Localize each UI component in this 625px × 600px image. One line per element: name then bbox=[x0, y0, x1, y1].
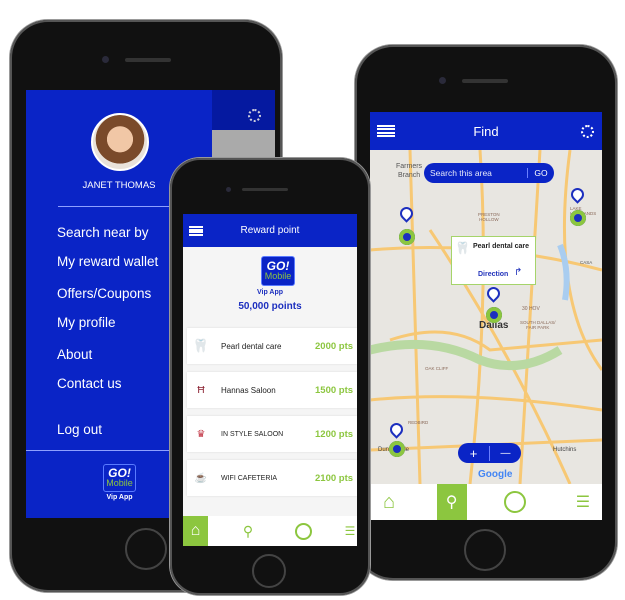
title: Reward point bbox=[240, 225, 300, 236]
menu-my-profile[interactable]: My profile bbox=[57, 315, 116, 330]
zoom-out-button[interactable]: — bbox=[490, 448, 521, 459]
total-points: 50,000 points bbox=[238, 301, 302, 312]
home-button[interactable] bbox=[252, 554, 286, 588]
nav-settings[interactable]: ☰ bbox=[343, 516, 357, 546]
map-label-south-dallas: SOUTH DALLAS/FAIR PARK bbox=[520, 320, 556, 330]
sliders-icon: ☰ bbox=[575, 494, 591, 511]
map-label-farmers-branch: Farmers Branch bbox=[396, 163, 423, 179]
location-pin-icon: ⚲ bbox=[445, 494, 458, 511]
map-label-casa: CASA bbox=[580, 260, 593, 265]
reward-row[interactable]: ♛ IN STYLE SALOON 1200 pts bbox=[187, 416, 357, 452]
map-label-redbird: REDBIRD bbox=[408, 420, 429, 425]
map-label-hov: 30 HOV bbox=[522, 306, 540, 312]
right-panel bbox=[212, 90, 275, 130]
menu-contact-us[interactable]: Contact us bbox=[57, 376, 122, 391]
menu-log-out[interactable]: Log out bbox=[57, 422, 102, 437]
go-mobile-logo: GO! Mobile bbox=[103, 464, 136, 492]
go-mobile-logo: GO! Mobile bbox=[261, 256, 295, 286]
map[interactable]: FarmersBranch PRESTONHOLLOW LAKEHIGHLAND… bbox=[370, 150, 602, 484]
middle-phone: Reward point GO! Mobile Vip App 50,000 po… bbox=[170, 158, 370, 595]
user-icon bbox=[294, 522, 312, 540]
search-area-bar: Search this area GO bbox=[424, 163, 554, 183]
right-panel-content bbox=[212, 130, 275, 160]
reward-row[interactable]: 🦷 Pearl dental care 2000 pts bbox=[187, 328, 357, 364]
map-label-oak-cliff: OAK CLIFF bbox=[425, 366, 449, 371]
menu-about[interactable]: About bbox=[57, 347, 92, 362]
nav-profile[interactable] bbox=[288, 516, 318, 546]
camera bbox=[102, 56, 109, 63]
reward-row[interactable]: ☕ WIFI CAFETERIA 2100 pts bbox=[187, 460, 357, 496]
right-phone: Find FarmersBranch PRESTONHOLLOW LAKEHIG… bbox=[355, 45, 617, 580]
saloon-logo-icon: ♛ bbox=[196, 428, 206, 440]
location-marker[interactable] bbox=[570, 210, 586, 226]
popup-title: Pearl dental care bbox=[473, 243, 530, 250]
nav-profile[interactable] bbox=[495, 484, 535, 520]
header: Find bbox=[370, 112, 602, 150]
coffee-logo-icon: ☕ bbox=[194, 472, 208, 484]
location-marker[interactable] bbox=[486, 307, 502, 323]
user-icon bbox=[504, 491, 527, 513]
home-icon: ⌂ bbox=[382, 490, 396, 513]
direction-arrow-icon: ↱ bbox=[514, 267, 523, 278]
saloon-logo-icon: Ħ bbox=[197, 384, 205, 396]
speaker bbox=[462, 79, 508, 83]
map-label-hutchins: Hutchins bbox=[553, 447, 577, 453]
menu-icon[interactable] bbox=[377, 125, 395, 137]
menu-my-reward-wallet[interactable]: My reward wallet bbox=[57, 254, 158, 269]
reward-screen: Reward point GO! Mobile Vip App 50,000 po… bbox=[183, 214, 357, 546]
home-icon: ⌂ bbox=[190, 522, 201, 539]
zoom-controls: + — bbox=[458, 443, 521, 463]
logo-caption: Vip App bbox=[106, 494, 133, 501]
nav-settings[interactable]: ☰ bbox=[564, 484, 602, 520]
speaker bbox=[125, 58, 171, 62]
gear-icon[interactable] bbox=[248, 109, 261, 122]
location-pin-icon: ⚲ bbox=[242, 522, 254, 539]
nav-location[interactable]: ⚲ bbox=[436, 484, 467, 520]
dental-logo-icon: 🦷 bbox=[455, 241, 470, 255]
camera bbox=[439, 77, 446, 84]
logo-caption: Vip App bbox=[256, 289, 284, 296]
reward-row[interactable]: Ħ Hannas Saloon 1500 pts bbox=[187, 372, 357, 408]
menu-search-near-by[interactable]: Search near by bbox=[57, 225, 149, 240]
dental-logo-icon: 🦷 bbox=[192, 338, 210, 353]
menu-offers-coupons[interactable]: Offers/Coupons bbox=[57, 286, 151, 301]
sliders-icon: ☰ bbox=[344, 524, 356, 538]
google-logo: Google bbox=[478, 469, 513, 480]
nav-home[interactable]: ⌂ bbox=[183, 516, 208, 546]
home-button[interactable] bbox=[125, 528, 167, 570]
go-button[interactable]: GO bbox=[527, 168, 554, 178]
location-marker[interactable] bbox=[399, 229, 415, 245]
place-popup[interactable]: 🦷 Pearl dental care Direction ↱ bbox=[451, 236, 536, 285]
home-button[interactable] bbox=[464, 529, 506, 571]
nav-location[interactable]: ⚲ bbox=[233, 516, 263, 546]
location-marker[interactable] bbox=[389, 441, 405, 457]
map-label-preston-hollow: PRESTON HOLLOW bbox=[478, 212, 500, 222]
avatar bbox=[91, 113, 149, 171]
header: Reward point bbox=[183, 214, 357, 247]
bottom-nav: ⌂ ⚲ ☰ bbox=[183, 516, 357, 546]
zoom-in-button[interactable]: + bbox=[458, 445, 490, 461]
nav-home[interactable]: ⌂ bbox=[370, 484, 408, 520]
menu-icon[interactable] bbox=[189, 226, 203, 236]
camera bbox=[226, 187, 231, 192]
direction-link[interactable]: Direction bbox=[478, 271, 508, 278]
title: Find bbox=[473, 123, 499, 139]
find-screen: Find FarmersBranch PRESTONHOLLOW LAKEHIG… bbox=[370, 112, 602, 520]
bottom-nav: ⌂ ⚲ ☰ bbox=[370, 484, 602, 520]
speaker bbox=[242, 188, 288, 191]
gear-icon[interactable] bbox=[581, 125, 594, 138]
search-input[interactable]: Search this area bbox=[424, 168, 527, 178]
